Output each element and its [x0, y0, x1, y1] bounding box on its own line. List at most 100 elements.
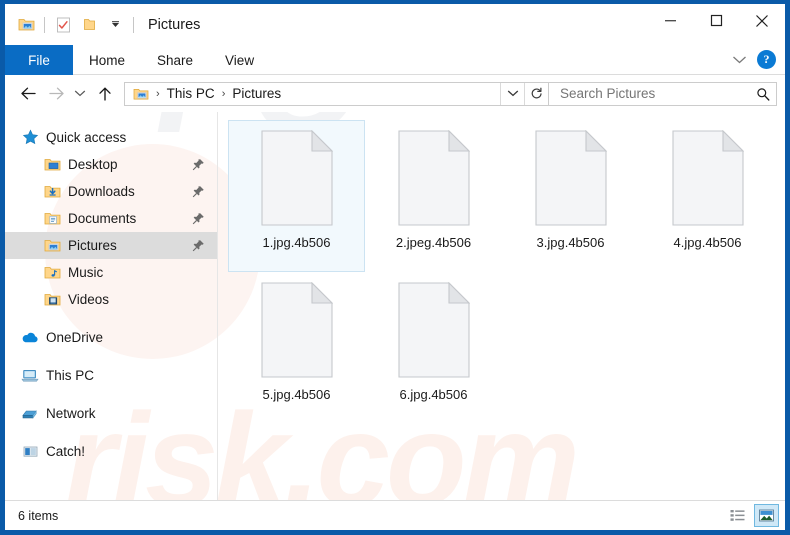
sidebar-item-onedrive[interactable]: OneDrive	[5, 324, 217, 351]
address-bar: › This PC › Pictures	[5, 75, 785, 112]
sidebar-item-network[interactable]: Network	[5, 400, 217, 427]
properties-icon[interactable]	[50, 12, 76, 38]
customize-quick-access-chevron-icon[interactable]	[102, 12, 128, 38]
media-device-icon	[21, 443, 39, 461]
tab-home[interactable]: Home	[73, 45, 141, 75]
window-title: Pictures	[148, 16, 201, 33]
minimize-button[interactable]	[647, 4, 693, 37]
pin-icon[interactable]	[192, 158, 205, 171]
large-icons-view-button[interactable]	[754, 504, 779, 527]
pin-icon[interactable]	[192, 239, 205, 252]
search-input[interactable]	[558, 85, 756, 102]
file-item[interactable]: 3.jpg.4b506	[502, 120, 639, 272]
pin-icon[interactable]	[192, 212, 205, 225]
explorer-window: PC risk.com	[0, 0, 790, 535]
up-button[interactable]	[91, 81, 118, 107]
view-mode-buttons	[725, 504, 779, 527]
file-item[interactable]: 6.jpg.4b506	[365, 272, 502, 424]
cloud-icon	[21, 329, 39, 347]
status-bar: 6 items	[5, 500, 785, 530]
computer-icon	[21, 367, 39, 385]
file-name-label: 5.jpg.4b506	[262, 387, 331, 402]
title-bar: Pictures	[5, 4, 785, 45]
blank-file-icon	[260, 129, 333, 226]
sidebar-item-label: OneDrive	[46, 330, 104, 345]
breadcrumb-separator-2[interactable]: ›	[217, 88, 231, 100]
sidebar-item-quick-access[interactable]: Quick access	[5, 124, 217, 151]
sidebar-item-label: Quick access	[46, 130, 127, 145]
sidebar-item-label: Downloads	[68, 184, 135, 199]
ribbon-right-controls: ?	[727, 45, 785, 74]
blank-file-icon	[260, 281, 333, 378]
close-button[interactable]	[739, 4, 785, 37]
breadcrumb-separator-1[interactable]: ›	[151, 88, 165, 100]
breadcrumb-root-icon[interactable]	[131, 87, 151, 101]
network-icon	[21, 405, 39, 423]
sidebar-item-this-pc[interactable]: This PC	[5, 362, 217, 389]
quick-access-toolbar	[5, 12, 139, 38]
file-item[interactable]: 2.jpeg.4b506	[365, 120, 502, 272]
sidebar-item-desktop[interactable]: Desktop	[5, 151, 217, 178]
item-count-label: 6 items	[18, 508, 59, 523]
help-button[interactable]: ?	[757, 50, 776, 69]
search-box[interactable]	[549, 81, 777, 106]
forward-button	[42, 81, 69, 107]
chevron-down-icon[interactable]	[727, 48, 751, 72]
file-item[interactable]: 5.jpg.4b506	[228, 272, 365, 424]
pictures-folder-icon	[43, 237, 61, 255]
details-view-button[interactable]	[725, 504, 750, 527]
ribbon-tab-bar: File Home Share View ?	[5, 45, 785, 75]
sidebar-group-gap-2	[5, 351, 217, 362]
videos-folder-icon	[43, 291, 61, 309]
sidebar-item-downloads[interactable]: Downloads	[5, 178, 217, 205]
sidebar-item-catch[interactable]: Catch!	[5, 438, 217, 465]
sidebar-item-label: Pictures	[68, 238, 117, 253]
tab-view[interactable]: View	[209, 45, 270, 75]
sidebar-item-pictures[interactable]: Pictures	[5, 232, 217, 259]
sidebar-item-videos[interactable]: Videos	[5, 286, 217, 313]
file-name-label: 1.jpg.4b506	[262, 235, 331, 250]
blank-file-icon	[397, 281, 470, 378]
file-item[interactable]: 1.jpg.4b506	[228, 120, 365, 272]
pin-icon[interactable]	[192, 185, 205, 198]
pictures-folder-icon	[13, 12, 39, 38]
blank-file-icon	[397, 129, 470, 226]
breadcrumb-bar[interactable]: › This PC › Pictures	[124, 81, 549, 106]
file-grid: 1.jpg.4b506 2.jpeg.4b506 3.jpg.4b506 4.j…	[228, 120, 785, 424]
desktop-folder-icon	[43, 156, 61, 174]
back-button[interactable]	[15, 81, 42, 107]
search-icon[interactable]	[756, 87, 770, 101]
documents-folder-icon	[43, 210, 61, 228]
sidebar-item-label: Videos	[68, 292, 110, 307]
new-folder-icon[interactable]	[76, 12, 102, 38]
refresh-icon[interactable]	[524, 82, 548, 105]
window-controls	[647, 4, 785, 45]
maximize-button[interactable]	[693, 4, 739, 37]
sidebar-item-label: Documents	[68, 211, 137, 226]
sidebar-item-label: This PC	[46, 368, 95, 383]
file-name-label: 4.jpg.4b506	[673, 235, 742, 250]
sidebar-item-music[interactable]: Music	[5, 259, 217, 286]
toolbar-divider	[44, 16, 45, 33]
breadcrumb-pictures[interactable]: Pictures	[230, 86, 283, 101]
sidebar-item-label: Network	[46, 406, 96, 421]
breadcrumb-this-pc[interactable]: This PC	[165, 86, 217, 101]
sidebar-item-documents[interactable]: Documents	[5, 205, 217, 232]
tab-file[interactable]: File	[5, 45, 73, 75]
navigation-pane: Quick access Desktop Downloads Documents…	[5, 112, 218, 500]
file-name-label: 6.jpg.4b506	[399, 387, 468, 402]
address-dropdown-chevron-icon[interactable]	[500, 82, 524, 105]
sidebar-item-label: Music	[68, 265, 104, 280]
recent-locations-chevron-icon[interactable]	[69, 81, 91, 107]
file-item[interactable]: 4.jpg.4b506	[639, 120, 776, 272]
blank-file-icon	[671, 129, 744, 226]
music-folder-icon	[43, 264, 61, 282]
file-name-label: 3.jpg.4b506	[536, 235, 605, 250]
toolbar-divider-2	[133, 16, 134, 33]
file-list-pane[interactable]: 1.jpg.4b506 2.jpeg.4b506 3.jpg.4b506 4.j…	[218, 112, 785, 500]
downloads-folder-icon	[43, 183, 61, 201]
tab-share[interactable]: Share	[141, 45, 209, 75]
blank-file-icon	[534, 129, 607, 226]
sidebar-group-gap-3	[5, 389, 217, 400]
star-icon	[21, 129, 39, 147]
